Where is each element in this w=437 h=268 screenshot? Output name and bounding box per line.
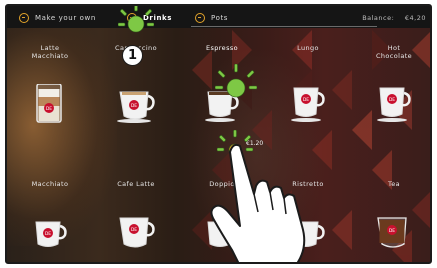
step-number-badge: 1 <box>122 45 143 66</box>
balance-label: Balance: <box>362 14 395 22</box>
drink-label: Macchiato <box>31 180 69 188</box>
tap-marker-icon <box>118 6 154 33</box>
brand-badge: DE <box>389 97 395 103</box>
brand-badge: DE <box>131 103 137 109</box>
drink-tile-cafe-latte[interactable]: Cafe Latte DE <box>93 142 179 256</box>
drink-tile-hot-chocolate[interactable]: Hot Chocolate DE <box>351 28 430 142</box>
hot-chocolate-icon: DE <box>377 87 411 122</box>
drink-label: Cafe Latte <box>117 180 155 188</box>
brand-badge: DE <box>131 227 137 233</box>
balance-value: €4,20 <box>404 14 426 22</box>
tab-label: Make your own <box>35 13 96 22</box>
top-bar: Make your own Drinks Pots Balance: €4,20 <box>7 6 430 28</box>
cafe-latte-icon: DE <box>119 217 155 248</box>
drink-tile-latte-macchiato[interactable]: Latte Macchiato DE <box>7 28 93 142</box>
drink-label: Latte Macchiato <box>31 44 69 60</box>
drink-tile-lungo[interactable]: Lungo DE <box>265 28 351 142</box>
cappuccino-icon: DE <box>117 91 155 123</box>
cup-icon <box>195 12 205 23</box>
brand-badge: DE <box>303 97 309 103</box>
drink-tile-macchiato[interactable]: Macchiato DE <box>7 142 93 256</box>
brand-badge: DE <box>389 228 395 234</box>
drink-label: Tea <box>387 180 401 188</box>
brand-badge: DE <box>46 106 52 112</box>
brand-badge: DE <box>45 231 51 237</box>
tab-pots[interactable]: Pots <box>195 10 228 25</box>
tab-make-your-own[interactable]: Make your own <box>19 10 96 25</box>
drink-label: Espresso <box>205 44 239 52</box>
pointing-hand-icon <box>210 143 306 262</box>
tab-divider <box>191 26 377 27</box>
tea-icon: DE <box>377 217 407 248</box>
tab-label: Pots <box>211 13 229 22</box>
macchiato-icon: DE <box>35 221 67 247</box>
lungo-icon: DE <box>291 87 325 122</box>
cup-icon <box>19 12 29 23</box>
latte-macchiato-icon: DE <box>36 84 62 123</box>
drink-label: Lungo <box>297 44 319 52</box>
balance-display: Balance: €4,20 <box>362 14 426 22</box>
drink-label: Hot Chocolate <box>375 44 413 60</box>
tap-marker-icon <box>215 64 257 98</box>
drink-selection-screen: Make your own Drinks Pots Balance: €4,20… <box>5 4 432 264</box>
drink-tile-tea[interactable]: Tea DE <box>351 142 430 256</box>
